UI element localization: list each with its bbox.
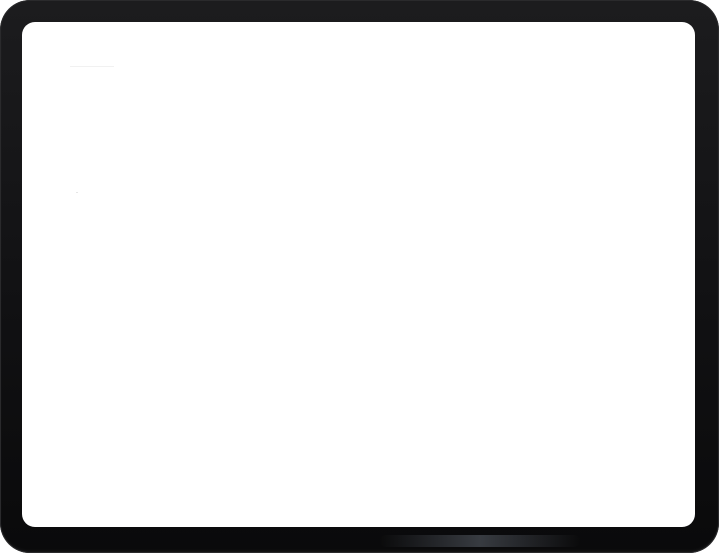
tablet-device-frame (0, 0, 719, 553)
faint-screen-speck (76, 192, 78, 193)
frame-reflection-highlight (380, 535, 580, 547)
device-screen[interactable] (22, 22, 695, 527)
faint-screen-artifact (70, 66, 114, 67)
